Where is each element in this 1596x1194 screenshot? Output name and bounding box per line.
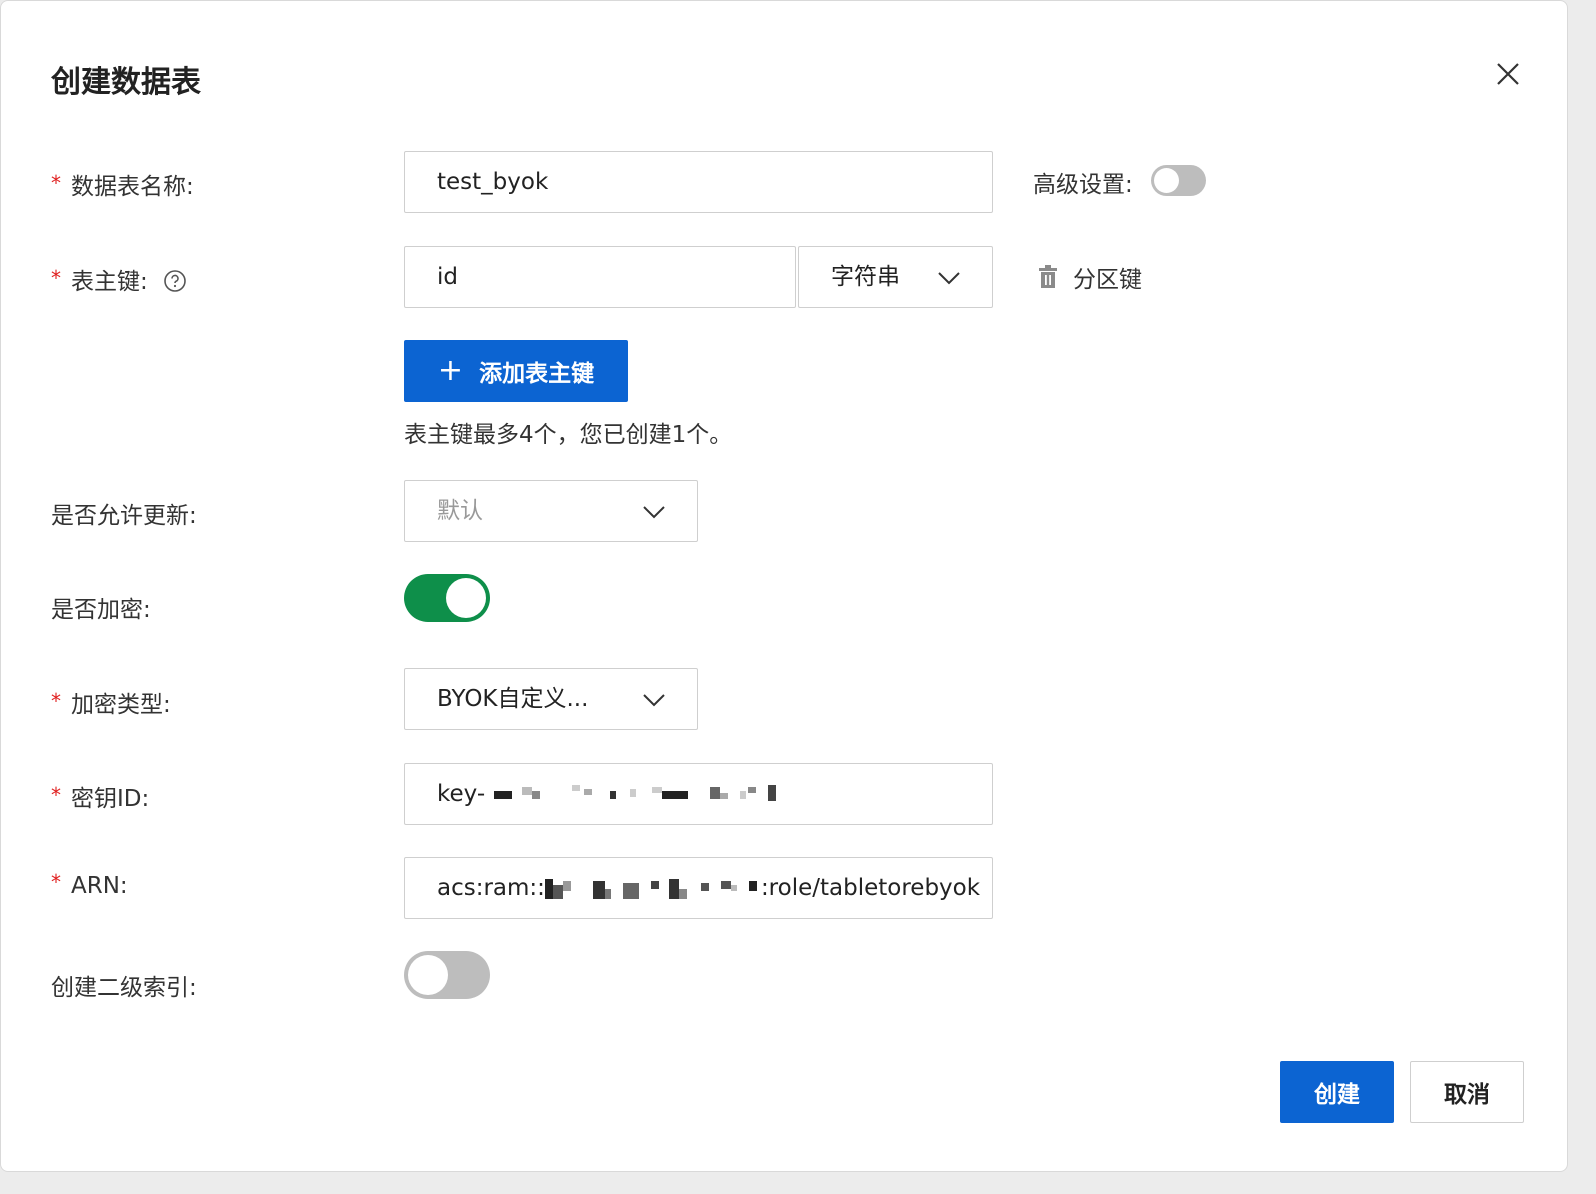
allow-update-label: 是否允许更新:: [51, 503, 197, 529]
key-id-label: * 密钥ID:: [51, 783, 150, 812]
arn-prefix: acs:ram::: [437, 875, 545, 901]
encrypt-toggle[interactable]: [404, 574, 490, 622]
encrypt-type-select[interactable]: BYOK自定义...: [404, 668, 698, 730]
arn-label: * ARN:: [51, 870, 128, 899]
primary-key-type-select[interactable]: 字符串: [798, 246, 993, 308]
dialog-title: 创建数据表: [51, 65, 201, 100]
required-mark: *: [51, 689, 61, 713]
create-button[interactable]: 创建: [1280, 1061, 1394, 1123]
secondary-index-label: 创建二级索引:: [51, 975, 197, 1001]
encrypt-type-label: * 加密类型:: [51, 689, 171, 718]
chevron-down-icon: [643, 694, 665, 707]
primary-key-hint: 表主键最多4个，您已创建1个。: [404, 422, 733, 448]
key-id-input[interactable]: key-: [404, 763, 993, 825]
table-name-value: test_byok: [437, 169, 549, 195]
toggle-knob: [408, 955, 448, 995]
primary-key-label: * 表主键:: [51, 262, 187, 296]
add-primary-key-label: 添加表主键: [479, 361, 595, 387]
arn-suffix: :role/tabletorebyok: [760, 875, 981, 901]
arn-input[interactable]: acs:ram:: :role/tabletorebyok: [404, 857, 993, 919]
primary-key-type-value: 字符串: [831, 264, 900, 290]
question-circle-icon[interactable]: [163, 269, 187, 293]
primary-key-name-value: id: [437, 264, 458, 290]
required-mark: *: [51, 783, 61, 807]
encrypt-type-value: BYOK自定义...: [437, 686, 589, 712]
primary-key-name-input[interactable]: id: [404, 246, 796, 308]
table-name-label: * 数据表名称:: [51, 171, 194, 200]
partition-key-label: 分区键: [1073, 267, 1142, 293]
chevron-down-icon: [938, 272, 960, 285]
key-id-prefix: key-: [437, 781, 486, 807]
advanced-settings-toggle[interactable]: [1151, 165, 1206, 196]
table-name-input[interactable]: test_byok: [404, 151, 993, 213]
chevron-down-icon: [643, 506, 665, 519]
add-primary-key-button[interactable]: + 添加表主键: [404, 340, 628, 402]
advanced-settings-label: 高级设置:: [1033, 172, 1133, 198]
create-table-dialog: 创建数据表 * 数据表名称: test_byok 高级设置: * 表主键: id 字…: [0, 0, 1568, 1172]
required-mark: *: [51, 171, 61, 195]
close-icon[interactable]: [1491, 57, 1525, 91]
toggle-knob: [446, 578, 486, 618]
redacted-account-pixels: [544, 878, 757, 899]
required-mark: *: [51, 266, 61, 290]
required-mark: *: [51, 870, 61, 894]
encrypt-label: 是否加密:: [51, 597, 151, 623]
allow-update-select[interactable]: 默认: [404, 480, 698, 542]
trash-icon[interactable]: [1037, 264, 1059, 290]
allow-update-value: 默认: [437, 498, 483, 524]
redacted-key-pixels: [494, 784, 777, 801]
toggle-knob: [1154, 168, 1179, 193]
plus-icon: +: [437, 353, 464, 388]
cancel-button[interactable]: 取消: [1410, 1061, 1524, 1123]
secondary-index-toggle[interactable]: [404, 951, 490, 999]
